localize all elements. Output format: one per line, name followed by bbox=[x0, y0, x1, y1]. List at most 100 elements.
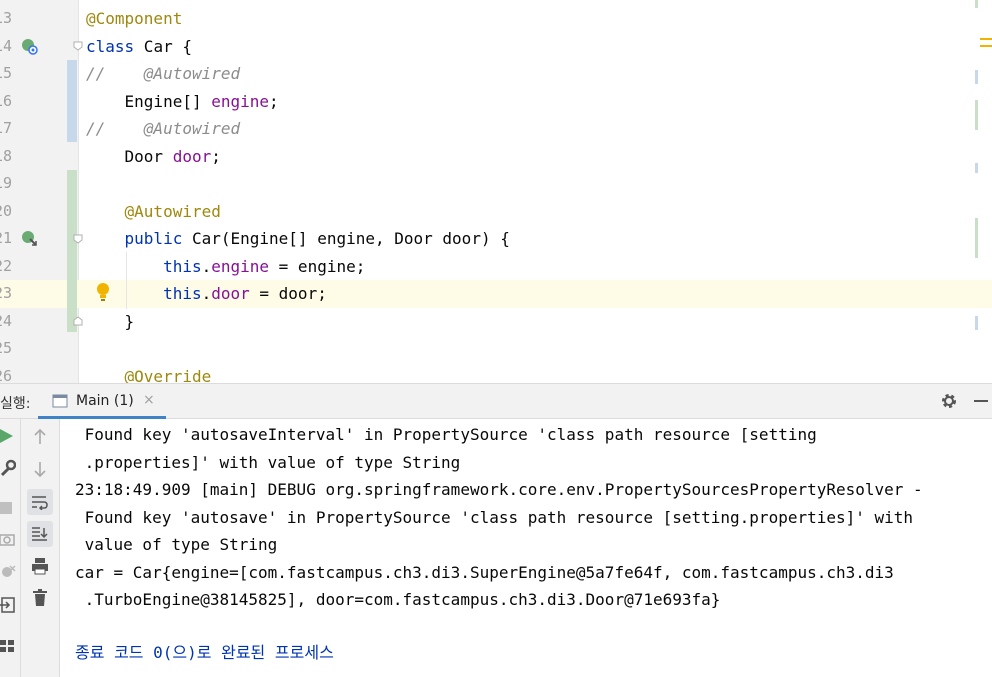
run-toolbar-secondary bbox=[21, 419, 60, 677]
warning-marker[interactable] bbox=[980, 38, 992, 40]
code-token: door bbox=[211, 284, 250, 303]
wrench-icon[interactable] bbox=[0, 459, 16, 477]
tab-close-icon[interactable]: × bbox=[143, 392, 155, 408]
code-token: @Autowired bbox=[86, 201, 221, 221]
code-text: this.engine = engine; bbox=[86, 253, 365, 281]
layout-icon[interactable] bbox=[0, 639, 16, 653]
code-token: engine bbox=[211, 256, 270, 276]
tab-main[interactable]: Main (1) × bbox=[38, 384, 166, 419]
arrow-up-icon[interactable] bbox=[33, 429, 47, 445]
kill-icon[interactable] bbox=[0, 564, 16, 580]
code-token: Engine[] bbox=[86, 91, 212, 111]
code-text: // @Autowired bbox=[86, 60, 240, 88]
code-token: // @Autowired bbox=[86, 64, 241, 83]
code-token: Car(Engine[] engine, Door door) { bbox=[182, 229, 510, 248]
code-token: Door bbox=[86, 146, 173, 166]
scroll-marker[interactable] bbox=[975, 70, 978, 84]
code-line[interactable]: 24 } bbox=[0, 308, 992, 336]
fold-icon[interactable] bbox=[73, 234, 83, 244]
vcs-modified-marker[interactable] bbox=[67, 60, 77, 142]
exit-message: 종료 코드 0(으)로 완료된 프로세스 bbox=[75, 643, 334, 662]
code-line[interactable]: 18 Door door; bbox=[0, 143, 992, 171]
console-line: value of type String bbox=[75, 535, 278, 554]
code-token: @Override bbox=[86, 366, 212, 384]
fold-icon[interactable] bbox=[73, 41, 83, 51]
code-token: this bbox=[163, 284, 202, 303]
console-line: 23:18:49.909 [main] DEBUG org.springfram… bbox=[75, 480, 923, 499]
code-text: // @Autowired bbox=[86, 115, 240, 143]
code-line[interactable]: 14class Car { bbox=[0, 33, 992, 61]
unfold-icon[interactable] bbox=[73, 316, 83, 326]
code-line[interactable]: 21 public Car(Engine[] engine, Door door… bbox=[0, 225, 992, 253]
scroll-marker[interactable] bbox=[975, 163, 978, 173]
code-text: @Component bbox=[86, 5, 182, 33]
code-token: door bbox=[172, 146, 212, 166]
tab-main-label: Main (1) bbox=[76, 393, 134, 409]
camera-icon[interactable] bbox=[0, 531, 16, 547]
minimize-icon[interactable] bbox=[972, 392, 990, 410]
code-line[interactable]: 26 @Override bbox=[0, 363, 992, 384]
gear-icon[interactable] bbox=[940, 392, 958, 410]
scroll-marker[interactable] bbox=[975, 100, 978, 130]
console-line: .properties]' with value of type String bbox=[75, 452, 461, 472]
console-line: .TurboEngine@38145825], door=com.fastcam… bbox=[75, 590, 721, 609]
code-line[interactable]: 15// @Autowired bbox=[0, 60, 992, 88]
code-line[interactable]: 19 bbox=[0, 170, 992, 198]
scroll-to-end-toggle[interactable] bbox=[27, 521, 53, 547]
console-line: car = Car{engine=[com.fastcampus.ch3.di3… bbox=[75, 562, 894, 582]
code-token: @Component bbox=[86, 9, 183, 28]
code-token: Car { bbox=[134, 36, 192, 56]
run-label: 실행: bbox=[0, 396, 31, 412]
stop-icon[interactable] bbox=[0, 501, 14, 515]
code-line[interactable]: 25 bbox=[0, 335, 992, 363]
console-line: Found key 'autosave' in PropertySource '… bbox=[75, 507, 914, 527]
code-line[interactable]: 23 this.door = door; bbox=[0, 280, 992, 308]
indent-guide bbox=[126, 252, 127, 309]
code-line[interactable]: 20 @Autowired bbox=[0, 198, 992, 226]
soft-wrap-icon bbox=[32, 496, 48, 510]
run-icon[interactable] bbox=[0, 427, 14, 445]
scroll-to-end-icon bbox=[32, 527, 48, 541]
spring-bean-icon[interactable] bbox=[20, 37, 38, 55]
code-token: = engine; bbox=[269, 256, 366, 276]
trash-icon[interactable] bbox=[33, 589, 47, 607]
console-output[interactable]: Found key 'autosaveInterval' in Property… bbox=[60, 419, 992, 677]
code-token: . bbox=[201, 284, 212, 303]
code-token: . bbox=[201, 256, 212, 276]
code-text: } bbox=[86, 308, 135, 336]
spring-autowire-icon[interactable] bbox=[20, 229, 38, 247]
code-token: engine bbox=[211, 91, 270, 111]
import-icon[interactable] bbox=[0, 597, 16, 613]
arrow-down-icon[interactable] bbox=[33, 461, 47, 477]
intention-bulb-icon[interactable] bbox=[96, 282, 110, 302]
code-text: Door door; bbox=[86, 143, 221, 171]
vcs-added-marker[interactable] bbox=[67, 170, 77, 332]
code-line[interactable]: 13@Component bbox=[0, 5, 992, 33]
code-line[interactable]: 16 Engine[] engine; bbox=[0, 88, 992, 116]
soft-wrap-toggle[interactable] bbox=[27, 489, 53, 515]
code-line[interactable]: 17// @Autowired bbox=[0, 115, 992, 143]
scroll-marker[interactable] bbox=[975, 218, 978, 258]
code-line[interactable]: 22 this.engine = engine; bbox=[0, 253, 992, 281]
code-token: } bbox=[86, 311, 135, 331]
code-text: public Car(Engine[] engine, Door door) { bbox=[86, 225, 510, 253]
code-text: @Override bbox=[86, 363, 212, 384]
warning-marker[interactable] bbox=[980, 45, 992, 47]
code-text: class Car { bbox=[86, 33, 192, 61]
code-editor[interactable]: 13@Component14class Car {15// @Autowired… bbox=[0, 0, 992, 383]
scroll-marker[interactable] bbox=[975, 0, 978, 8]
print-icon[interactable] bbox=[31, 557, 49, 575]
console-line: Found key 'autosaveInterval' in Property… bbox=[75, 425, 817, 444]
code-text: this.door = door; bbox=[86, 280, 327, 308]
run-toolbar-primary bbox=[0, 419, 21, 677]
code-token: ; bbox=[211, 146, 221, 166]
code-text: @Autowired bbox=[86, 198, 221, 226]
code-token: // @Autowired bbox=[86, 119, 241, 138]
code-token: public bbox=[124, 229, 183, 248]
run-tool-header: 실행: Main (1) × bbox=[0, 383, 992, 419]
code-token: = door; bbox=[249, 284, 327, 303]
code-token: ; bbox=[269, 91, 279, 111]
scroll-marker[interactable] bbox=[975, 316, 978, 330]
